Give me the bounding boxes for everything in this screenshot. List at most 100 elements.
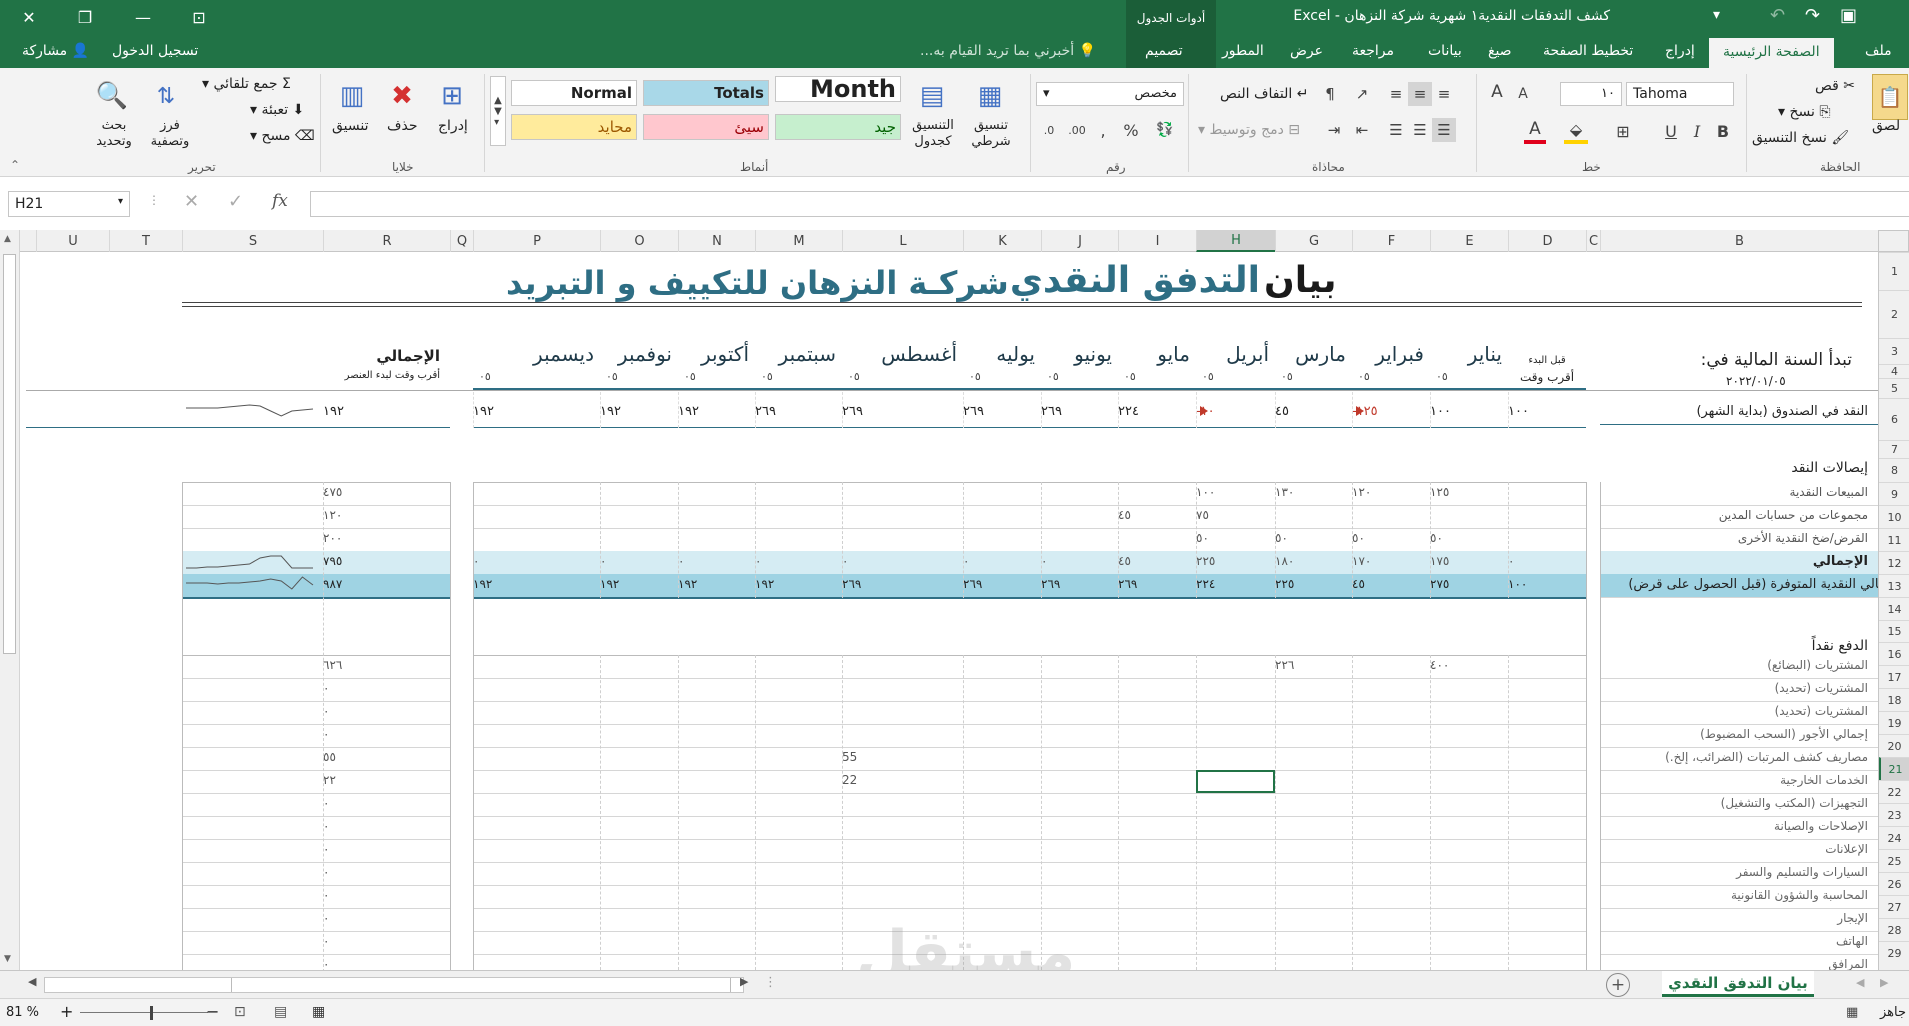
row-header-19[interactable]: 19 xyxy=(1879,711,1909,734)
align-middle-icon[interactable]: ≡ xyxy=(1408,82,1432,106)
available-k[interactable]: ٢٦٩ xyxy=(963,577,1033,591)
tab-formulas[interactable]: صيغ xyxy=(1488,43,1512,59)
tab-data[interactable]: بيانات xyxy=(1428,43,1462,59)
restore-icon[interactable]: ❐ xyxy=(62,0,108,35)
receipt-2-h[interactable]: ٥٠ xyxy=(1196,531,1267,545)
receipt-2-e[interactable]: ٥٠ xyxy=(1430,531,1500,545)
available-i[interactable]: ٢٦٩ xyxy=(1118,577,1188,591)
undo-icon[interactable]: ↶ xyxy=(1770,5,1785,26)
receipt-0-g[interactable]: ١٣٠ xyxy=(1275,485,1344,499)
payment-total-0[interactable]: ٦٢٦ xyxy=(323,658,442,672)
row-header-2[interactable]: 2 xyxy=(1879,290,1909,338)
delete-cells-icon[interactable]: ✖ xyxy=(382,76,422,116)
receipts-total-i[interactable]: ٤٥ xyxy=(1118,554,1188,568)
decrease-font-icon[interactable]: A xyxy=(1512,82,1534,106)
fill-button[interactable]: ▾ تعبئة ⬇ xyxy=(250,102,304,118)
column-header-s[interactable]: S xyxy=(182,230,323,252)
font-color-icon[interactable]: A xyxy=(1524,118,1546,144)
italic-button[interactable]: I xyxy=(1686,118,1708,144)
row-header-24[interactable]: 24 xyxy=(1879,826,1909,849)
row-header-22[interactable]: 22 xyxy=(1879,780,1909,803)
payment-total-6[interactable]: ٠ xyxy=(323,796,442,810)
scroll-up-icon[interactable]: ▲ xyxy=(4,234,11,244)
page-layout-view-icon[interactable]: ▤ xyxy=(274,1004,287,1020)
column-header-t[interactable]: T xyxy=(109,230,182,252)
row-header-11[interactable]: 11 xyxy=(1879,528,1909,551)
align-top-icon[interactable]: ≡ xyxy=(1432,82,1456,106)
row-header-16[interactable]: 16 xyxy=(1879,642,1909,665)
redo-icon[interactable]: ↷ xyxy=(1805,5,1820,26)
receipts-total-h[interactable]: ٢٢٥ xyxy=(1196,554,1267,568)
available-l[interactable]: ٢٦٩ xyxy=(842,577,955,591)
horizontal-scrollbar[interactable] xyxy=(44,977,744,993)
tab-insert[interactable]: إدراج xyxy=(1665,43,1695,59)
scroll-right-icon[interactable]: ▶ xyxy=(740,975,748,988)
autosum-button[interactable]: ▾ جمع تلقائي Σ xyxy=(202,76,291,92)
page-break-view-icon[interactable]: ⊡ xyxy=(234,1004,246,1020)
next-sheet-icon[interactable]: ▶ xyxy=(1880,976,1888,989)
style-bad[interactable]: سيئ xyxy=(643,114,769,140)
row-header-9[interactable]: 9 xyxy=(1879,482,1909,505)
borders-icon[interactable]: ⊞ xyxy=(1612,118,1634,144)
cancel-icon[interactable]: ✕ xyxy=(184,191,199,212)
paste-button[interactable]: لصق xyxy=(1872,118,1900,134)
zoom-slider-thumb[interactable] xyxy=(150,1006,153,1020)
payment-total-10[interactable]: ٠ xyxy=(323,888,442,902)
available-j[interactable]: ٢٦٩ xyxy=(1041,577,1110,591)
style-totals[interactable]: Totals xyxy=(643,80,769,106)
format-as-table-icon[interactable]: ▤ xyxy=(910,76,954,116)
payment-4-l[interactable]: 55 xyxy=(842,750,955,764)
conditional-format-icon[interactable]: ▦ xyxy=(968,76,1012,116)
payment-total-1[interactable]: ٠ xyxy=(323,681,442,695)
add-sheet-icon[interactable]: + xyxy=(1606,973,1630,997)
cash-start-g[interactable]: ٤٥ xyxy=(1275,404,1344,419)
row-header-8[interactable]: 8 xyxy=(1879,458,1909,482)
style-neutral[interactable]: محايد xyxy=(511,114,637,140)
receipts-total-d[interactable]: ٠ xyxy=(1508,554,1578,568)
row-header-26[interactable]: 26 xyxy=(1879,872,1909,895)
underline-button[interactable]: U xyxy=(1660,118,1682,144)
available-e[interactable]: ٢٧٥ xyxy=(1430,577,1500,591)
customize-qat-icon[interactable]: ▾ xyxy=(1713,7,1720,23)
align-bottom-icon[interactable]: ≡ xyxy=(1384,82,1408,106)
payment-total-9[interactable]: ٠ xyxy=(323,865,442,879)
zoom-out-icon[interactable]: − xyxy=(206,1002,219,1021)
ribbon-display-icon[interactable]: ⊡ xyxy=(176,0,222,35)
receipt-total-0[interactable]: ٤٧٥ xyxy=(323,485,442,499)
tab-review[interactable]: مراجعة xyxy=(1352,43,1394,59)
cash-start-n[interactable]: ١٩٢ xyxy=(678,404,747,419)
rtl-icon[interactable]: ¶ xyxy=(1318,82,1342,106)
format-cells-icon[interactable]: ▥ xyxy=(332,76,372,116)
wrap-text-button[interactable]: التفاف النص ↵ xyxy=(1220,86,1308,102)
receipt-0-e[interactable]: ١٢٥ xyxy=(1430,485,1500,499)
orientation-icon[interactable]: ↗ xyxy=(1350,82,1374,106)
payment-total-7[interactable]: ٠ xyxy=(323,819,442,833)
available-f[interactable]: ٤٥ xyxy=(1352,577,1422,591)
row-header-4[interactable]: 4 xyxy=(1879,364,1909,378)
row-header-5[interactable]: 5 xyxy=(1879,378,1909,398)
row-header-28[interactable]: 28 xyxy=(1879,918,1909,941)
payment-5-l[interactable]: 22 xyxy=(842,773,955,787)
scroll-down-icon[interactable]: ▼ xyxy=(4,954,11,964)
tab-view[interactable]: عرض xyxy=(1290,43,1323,59)
sheet-tab-cash-flow[interactable]: بيان التدفق النقدي xyxy=(1662,971,1814,997)
sort-filter-icon[interactable]: ⇅ xyxy=(144,76,188,116)
sort-filter-button[interactable]: فرز وتصفية xyxy=(150,118,190,150)
payment-0-g[interactable]: ٢٢٦ xyxy=(1275,658,1344,672)
row-header-10[interactable]: 10 xyxy=(1879,505,1909,528)
normal-view-icon[interactable]: ▦ xyxy=(312,1004,325,1020)
payment-0-e[interactable]: ٤٠٠ xyxy=(1430,658,1500,672)
enter-icon[interactable]: ✓ xyxy=(228,191,243,212)
cut-button[interactable]: قص ✂ xyxy=(1815,78,1855,94)
decrease-decimal-icon[interactable]: .0 xyxy=(1036,118,1062,142)
conditional-format-button[interactable]: تنسيق شرطي xyxy=(966,118,1016,150)
receipt-0-f[interactable]: ١٢٠ xyxy=(1352,485,1422,499)
cash-start-r[interactable]: ١٩٢ xyxy=(323,404,442,419)
copy-button[interactable]: ▾ نسخ ⎘ xyxy=(1778,104,1831,120)
column-header-u[interactable]: U xyxy=(36,230,109,252)
receipt-2-f[interactable]: ٥٠ xyxy=(1352,531,1422,545)
column-header-h[interactable]: H xyxy=(1196,230,1275,252)
receipt-1-i[interactable]: ٤٥ xyxy=(1118,508,1188,522)
percent-icon[interactable]: % xyxy=(1118,118,1144,142)
font-size-select[interactable]: ١٠ xyxy=(1560,82,1622,106)
